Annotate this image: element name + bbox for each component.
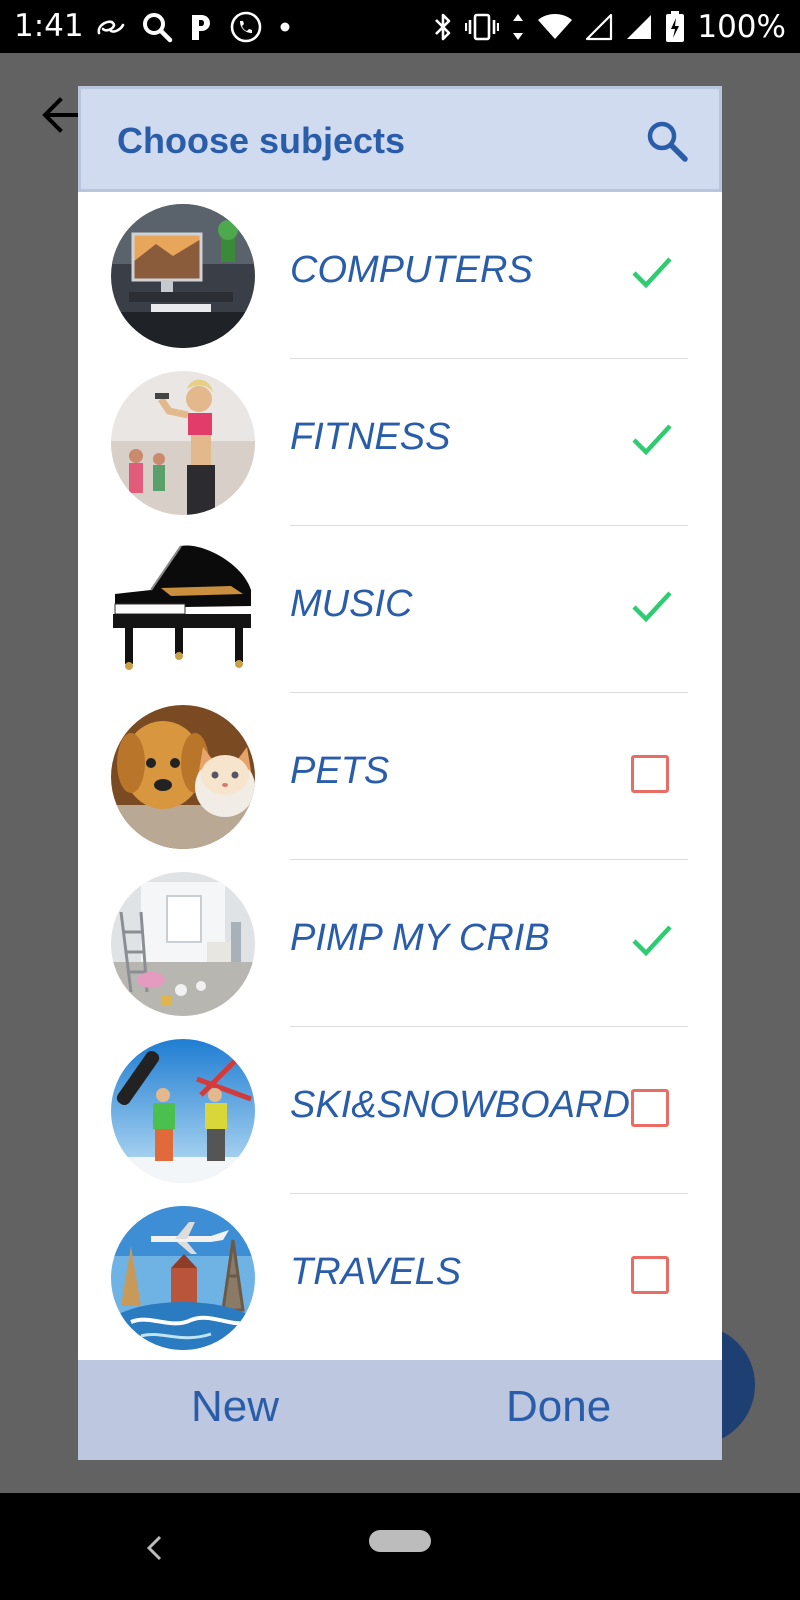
status-bar: 1:41 100% [0,0,800,53]
signal-icon [586,13,613,41]
subject-item-travels[interactable]: TRAVELS [78,1194,722,1361]
data-arrows-icon [513,14,524,40]
navigation-bar [0,1493,800,1600]
subject-label: PIMP MY CRIB [290,917,550,959]
subject-label: TRAVELS [290,1251,462,1293]
unchecked-checkbox[interactable] [631,755,669,793]
subject-image [111,872,255,1016]
dot-icon [280,22,290,32]
nav-back-icon[interactable] [142,1533,166,1563]
subject-image [111,1206,255,1350]
subject-label: FITNESS [290,416,451,458]
unchecked-checkbox[interactable] [631,1256,669,1294]
checkmark-icon[interactable] [628,916,676,964]
signal-icon [627,15,652,39]
checkmark-icon[interactable] [628,248,676,296]
subject-image [111,1039,255,1183]
subject-item-music[interactable]: MUSIC [78,526,722,693]
phone-icon [230,11,262,43]
dialog-title: Choose subjects [117,120,406,161]
subject-image [111,705,255,849]
subject-label: PETS [290,750,390,792]
subject-label: COMPUTERS [290,249,533,291]
subject-label: SKI&SNOWBOARD [290,1084,630,1126]
choose-subjects-dialog: Choose subjects COMPUTERS FITNESS MUSIC … [78,86,722,1460]
subject-label: MUSIC [290,583,413,625]
dialog-header: Choose subjects [78,86,722,192]
subject-image [111,204,255,348]
done-button[interactable]: Done [506,1382,611,1432]
subject-item-ski-snowboard[interactable]: SKI&SNOWBOARD [78,1027,722,1194]
wifi-icon [538,14,573,39]
subject-item-fitness[interactable]: FITNESS [78,359,722,526]
battery-icon [666,11,685,42]
unchecked-checkbox[interactable] [631,1089,669,1127]
new-button[interactable]: New [191,1382,279,1432]
checkmark-icon[interactable] [628,415,676,463]
system-status-icons: 100% [433,8,786,46]
bluetooth-icon [435,13,451,41]
battery-percent: 100% [697,9,786,45]
search-icon [143,13,173,43]
notification-icons [95,8,291,46]
alibaba-icon [97,20,125,35]
search-icon[interactable] [645,119,689,163]
checkmark-icon[interactable] [628,582,676,630]
subject-item-computers[interactable]: COMPUTERS [78,192,722,359]
subject-item-pets[interactable]: PETS [78,693,722,860]
subject-image [111,371,255,515]
pandora-icon [192,15,210,40]
home-pill[interactable] [369,1530,431,1552]
subject-image [111,538,255,682]
subject-list[interactable]: COMPUTERS FITNESS MUSIC PETS PIMP MY CRI… [78,192,722,1443]
dialog-footer: New Done [78,1360,722,1460]
vibrate-icon [465,13,500,41]
subject-item-pimp-my-crib[interactable]: PIMP MY CRIB [78,860,722,1027]
status-time: 1:41 [14,8,84,44]
